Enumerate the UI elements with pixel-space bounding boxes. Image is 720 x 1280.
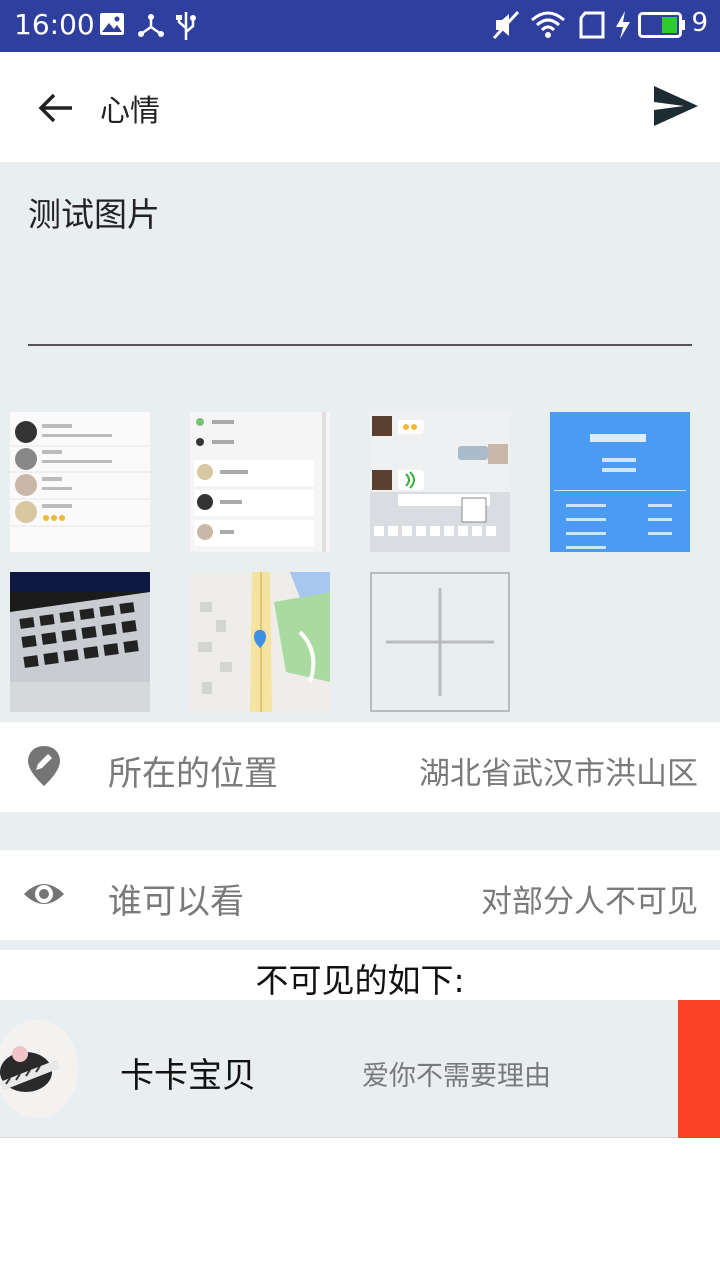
weather-screenshot — [550, 412, 690, 552]
list-item[interactable]: 卡卡宝贝 爱你不需要理由 — [0, 1000, 720, 1138]
contact-signature: 爱你不需要理由 — [362, 1061, 551, 1092]
map-screenshot — [190, 572, 330, 712]
status-time: 16:00 — [14, 8, 95, 41]
laptop-keyboard-photo — [10, 572, 150, 712]
section-divider — [0, 812, 720, 850]
battery-level: 9 — [691, 8, 708, 38]
avatar-photo — [0, 1020, 78, 1118]
chat-list-screenshot — [10, 412, 150, 552]
image-thumbnail[interactable] — [190, 412, 330, 552]
page-title: 心情 — [100, 94, 160, 129]
wifi-icon — [531, 11, 565, 38]
top-toolbar: 心情 — [0, 52, 720, 162]
usb-icon — [176, 12, 196, 40]
mute-icon — [492, 10, 520, 40]
add-image-button[interactable] — [370, 572, 510, 712]
image-thumbnail[interactable] — [550, 412, 690, 552]
keyboard-chat-screenshot — [370, 412, 510, 552]
usb-share-icon — [138, 14, 164, 37]
location-pin-icon — [28, 746, 60, 786]
plus-icon — [386, 588, 494, 696]
battery-icon — [638, 12, 685, 38]
image-icon — [100, 13, 124, 35]
image-thumbnail[interactable] — [190, 572, 330, 712]
post-text-input[interactable]: 测试图片 — [28, 188, 160, 236]
send-icon[interactable] — [652, 84, 700, 128]
visibility-value: 对部分人不可见 — [481, 884, 698, 920]
charging-icon — [616, 11, 630, 39]
eye-icon — [24, 884, 64, 904]
arrow-left-icon[interactable] — [36, 88, 76, 128]
visibility-label: 谁可以看 — [108, 882, 244, 922]
image-thumbnail[interactable] — [10, 572, 150, 712]
hidden-list-title: 不可见的如下: — [255, 961, 465, 1000]
sim-icon — [579, 11, 605, 39]
input-underline — [28, 344, 692, 346]
avatar — [0, 1020, 78, 1118]
location-label: 所在的位置 — [108, 754, 278, 794]
visibility-row[interactable]: 谁可以看 对部分人不可见 — [0, 850, 720, 940]
contact-name: 卡卡宝贝 — [120, 1056, 256, 1096]
location-value: 湖北省武汉市洪山区 — [419, 756, 698, 792]
image-thumbnail[interactable] — [10, 412, 150, 552]
group-list-screenshot — [190, 412, 330, 552]
image-thumbnail[interactable] — [370, 412, 510, 552]
section-divider — [0, 940, 720, 950]
post-editor: 测试图片 — [0, 162, 720, 722]
location-row[interactable]: 所在的位置 湖北省武汉市洪山区 — [0, 722, 720, 812]
delete-swipe-button[interactable] — [678, 1000, 720, 1138]
status-bar: 16:00 9 — [0, 0, 720, 52]
